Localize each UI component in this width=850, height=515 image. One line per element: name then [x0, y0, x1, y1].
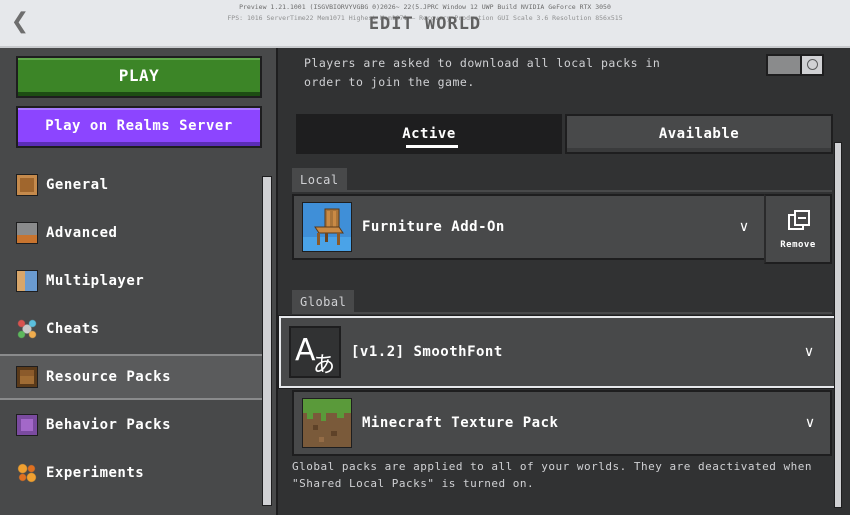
tab-active[interactable]: Active	[296, 114, 562, 154]
sidebar-item-label: Experiments	[46, 465, 145, 481]
sidebar-item-multiplayer[interactable]: Multiplayer	[0, 258, 262, 304]
chevron-down-icon[interactable]: ∨	[789, 344, 829, 360]
pack-name: Furniture Add-On	[362, 219, 505, 235]
require-download-toggle[interactable]	[766, 54, 824, 76]
pack-row-smoothfont[interactable]: A あ [v1.2] SmoothFont ∨	[279, 316, 837, 388]
pack-name: [v1.2] SmoothFont	[351, 344, 503, 360]
sidebar-item-label: Resource Packs	[46, 369, 172, 385]
multiplayer-icon	[16, 270, 38, 292]
main-scrollbar[interactable]	[834, 142, 842, 508]
section-label-global: Global	[292, 290, 355, 314]
svg-text:あ: あ	[313, 353, 335, 376]
remove-pack-icon	[788, 210, 810, 230]
sidebar-item-resource-packs[interactable]: Resource Packs	[0, 354, 264, 400]
font-glyph-graphic: A あ	[295, 333, 335, 378]
tab-underline	[406, 145, 458, 148]
grass-block-icon	[302, 398, 352, 448]
sidebar-item-label: General	[46, 177, 109, 193]
tab-label: Available	[658, 126, 740, 142]
tab-label: Active	[402, 126, 456, 142]
sidebar-item-cheats[interactable]: Cheats	[0, 306, 262, 352]
download-packs-description: Players are asked to download all local …	[304, 56, 661, 89]
advanced-icon	[16, 222, 38, 244]
behavior-packs-icon	[16, 414, 38, 436]
sidebar-item-behavior-packs[interactable]: Behavior Packs	[0, 402, 262, 448]
cheats-icon	[16, 318, 38, 340]
tab-available[interactable]: Available	[565, 114, 833, 154]
sidebar-item-label: Advanced	[46, 225, 118, 241]
grass-block-graphic	[303, 399, 351, 447]
section-divider	[292, 312, 832, 314]
remove-button[interactable]: Remove	[764, 194, 832, 264]
global-packs-note: Global packs are applied to all of your …	[292, 460, 812, 490]
sidebar-scrollbar[interactable]	[262, 176, 272, 506]
chevron-down-icon[interactable]: ∨	[790, 415, 830, 431]
experiments-icon	[16, 462, 38, 484]
sidebar-item-experiments[interactable]: Experiments	[0, 450, 262, 496]
debug-info-line-1: Preview 1.21.1001 (ISGVBIORVYVGBG 0)2026…	[239, 3, 611, 11]
play-on-realms-button[interactable]: Play on Realms Server	[16, 106, 262, 148]
font-glyph-icon: A あ	[289, 326, 341, 378]
pack-name: Minecraft Texture Pack	[362, 415, 559, 431]
sidebar-item-general[interactable]: General	[0, 162, 262, 208]
debug-info-line-2: FPS: 1016 ServerTime22 Mem1071 Highest M…	[227, 14, 623, 22]
general-icon	[16, 174, 38, 196]
sidebar-item-label: Multiplayer	[46, 273, 145, 289]
sidebar: PLAY Play on Realms Server General Advan…	[0, 48, 278, 515]
sidebar-item-advanced[interactable]: Advanced	[0, 210, 262, 256]
chair-graphic	[303, 208, 351, 251]
section-divider	[292, 190, 832, 192]
sidebar-item-label: Cheats	[46, 321, 100, 337]
pack-row-minecraft-texture-pack[interactable]: Minecraft Texture Pack ∨	[292, 390, 832, 456]
remove-label: Remove	[780, 240, 816, 250]
section-label-local: Local	[292, 168, 347, 192]
pack-row-furniture-add-on[interactable]: Furniture Add-On ∨	[292, 194, 766, 260]
play-button[interactable]: PLAY	[16, 56, 262, 98]
toggle-knob-icon[interactable]	[800, 56, 822, 74]
chevron-down-icon[interactable]: ∨	[724, 219, 764, 235]
chair-icon	[302, 202, 352, 252]
top-bar: ❮ Preview 1.21.1001 (ISGVBIORVYVGBG 0)20…	[0, 0, 850, 48]
resource-packs-icon	[16, 366, 38, 388]
main-panel: Players are asked to download all local …	[279, 48, 850, 515]
sidebar-item-label: Behavior Packs	[46, 417, 172, 433]
